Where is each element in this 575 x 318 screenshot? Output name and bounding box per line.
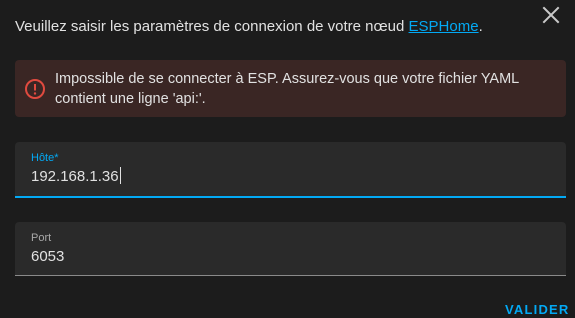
close-icon (542, 6, 560, 24)
description-text: Veuillez saisir les paramètres de connex… (15, 18, 409, 35)
esphome-connection-dialog: Veuillez saisir les paramètres de connex… (0, 0, 575, 318)
host-value: 192.168.1.36 (31, 168, 119, 185)
error-alert: Impossible de se connecter à ESP. Assure… (15, 60, 566, 117)
error-message: Impossible de se connecter à ESP. Assure… (55, 71, 519, 107)
esphome-link[interactable]: ESPHome (409, 18, 479, 35)
close-button[interactable] (539, 3, 563, 27)
alert-circle-icon (25, 79, 45, 99)
port-label: Port (31, 232, 52, 244)
description-suffix: . (478, 18, 483, 35)
host-label: Hôte* (31, 152, 59, 164)
text-cursor (119, 167, 121, 184)
dialog-description: Veuillez saisir les paramètres de connex… (15, 17, 483, 37)
host-field[interactable]: Hôte* 192.168.1.36 (15, 142, 566, 198)
host-input[interactable]: 192.168.1.36 (31, 167, 121, 187)
port-input[interactable]: 6053 (31, 247, 64, 267)
port-field[interactable]: Port 6053 (15, 222, 566, 276)
submit-button[interactable]: VALIDER (505, 302, 570, 318)
